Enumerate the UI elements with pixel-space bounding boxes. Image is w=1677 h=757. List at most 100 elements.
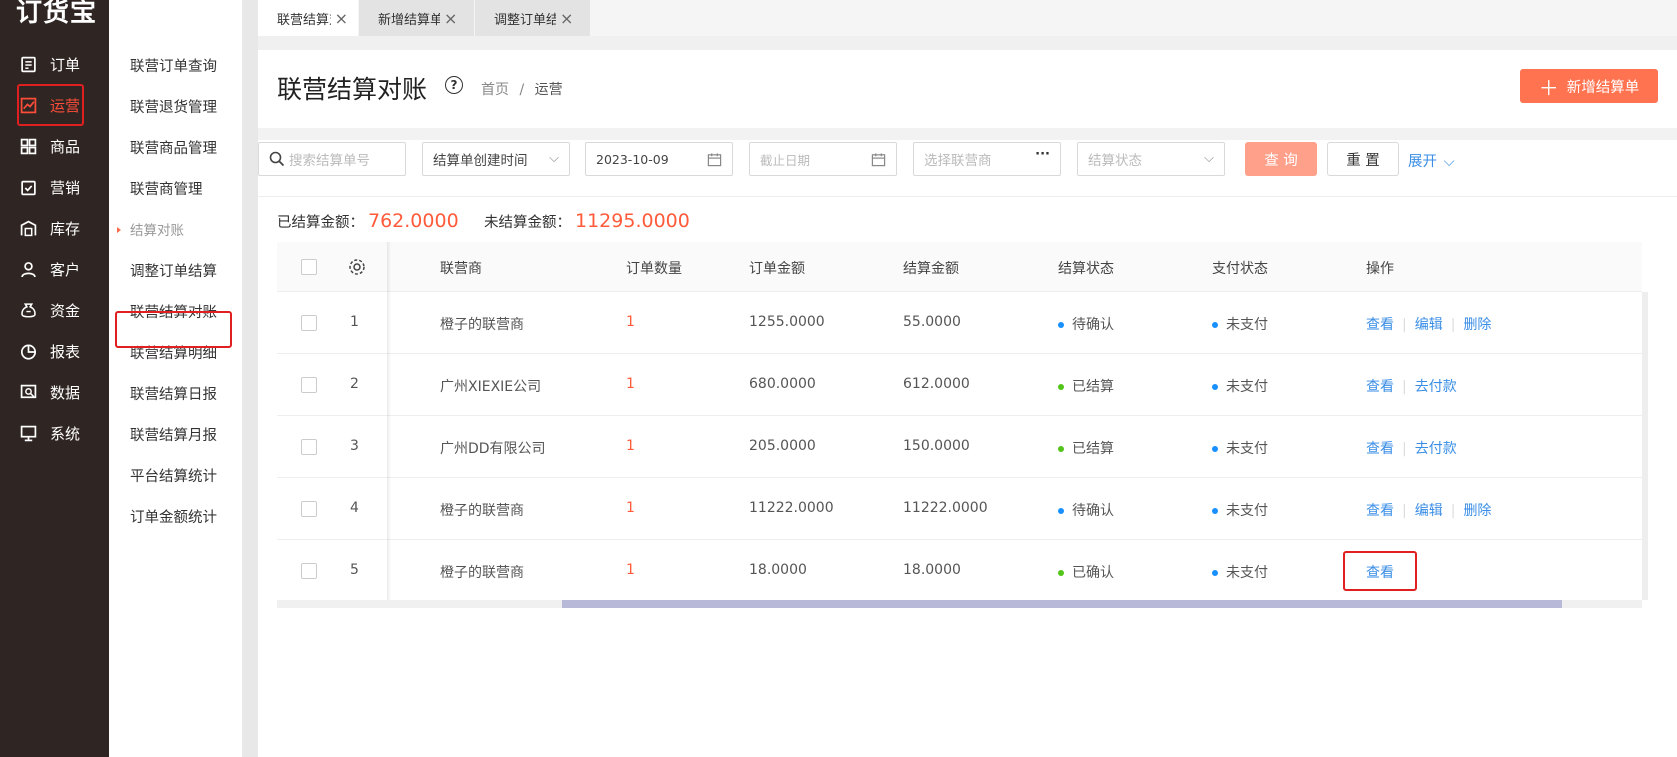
table-row: 3 广州DD有限公司 1 205.0000 150.0000 已结算 未支付 查看 | 去付款 bbox=[277, 416, 1642, 478]
nav-item-3[interactable]: 营销 bbox=[0, 168, 109, 206]
nav-item-label: 库存 bbox=[50, 219, 81, 238]
nav-item-0[interactable]: 订单 bbox=[0, 45, 109, 83]
settle-status-text: 待确认 bbox=[1072, 317, 1114, 333]
app-logo: 订货宝 bbox=[16, 0, 98, 28]
pay-status-text: 未支付 bbox=[1226, 379, 1268, 395]
add-settlement-button[interactable]: ＋ 新增结算单 bbox=[1520, 69, 1658, 103]
status-dot bbox=[1058, 384, 1064, 390]
secondary-nav: 联营订单查询 联营退货管理 联营商品管理 联营商管理 结算对账 调整订单结算 联营结算对账联… bbox=[109, 0, 242, 757]
close-icon[interactable]: × bbox=[444, 9, 457, 28]
row-action-1[interactable]: 编辑 bbox=[1415, 503, 1443, 519]
nav-item-6[interactable]: 资金 bbox=[0, 291, 109, 329]
nav-item-1[interactable]: 运营 bbox=[0, 84, 109, 126]
row-checkbox[interactable] bbox=[301, 501, 317, 517]
breadcrumb-current: 运营 bbox=[534, 82, 563, 98]
settings-icon[interactable] bbox=[348, 258, 366, 276]
row-action-2[interactable]: 删除 bbox=[1463, 317, 1491, 333]
start-date-input[interactable]: 2023-10-09 bbox=[585, 142, 733, 176]
tab-new-settlement[interactable]: 新增结算单 × bbox=[359, 0, 474, 36]
search-icon bbox=[269, 151, 285, 167]
search-input[interactable]: 搜索结算单号 bbox=[258, 142, 406, 176]
reset-button[interactable]: 重 置 bbox=[1327, 142, 1399, 176]
row-action-0[interactable]: 查看 bbox=[1366, 379, 1394, 395]
subnav-item-5[interactable]: 调整订单结算 bbox=[109, 255, 242, 285]
action-separator: | bbox=[1402, 441, 1407, 457]
help-icon[interactable]: ? bbox=[445, 76, 463, 94]
subnav-item-3[interactable]: 联营商管理 bbox=[109, 173, 242, 203]
row-checkbox[interactable] bbox=[301, 377, 317, 393]
nav-item-label: 商品 bbox=[50, 137, 81, 156]
close-icon[interactable]: × bbox=[335, 9, 348, 28]
row-index: 3 bbox=[350, 438, 359, 454]
row-action-1[interactable]: 编辑 bbox=[1415, 317, 1443, 333]
row-checkbox[interactable] bbox=[301, 315, 317, 331]
breadcrumb-home[interactable]: 首页 bbox=[481, 82, 509, 98]
plus-icon: ＋ bbox=[1538, 75, 1559, 100]
close-icon[interactable]: × bbox=[560, 9, 573, 28]
row-action-0[interactable]: 查看 bbox=[1366, 441, 1394, 457]
select-all-checkbox[interactable] bbox=[301, 259, 317, 275]
order-amount: 18.0000 bbox=[749, 562, 807, 578]
subnav-item-10[interactable]: 平台结算统计 bbox=[109, 460, 242, 490]
tab-label: 联营结算对账 bbox=[277, 12, 331, 28]
subnav-item-9[interactable]: 联营结算月报 bbox=[109, 419, 242, 449]
row-index: 4 bbox=[350, 500, 359, 516]
settle-status: 已结算 bbox=[1058, 376, 1114, 396]
subnav-item-11[interactable]: 订单金额统计 bbox=[109, 501, 242, 531]
date-type-select[interactable]: 结算单创建时间 ⌵ bbox=[422, 142, 570, 176]
subnav-item-1[interactable]: 联营退货管理 bbox=[109, 91, 242, 121]
search-placeholder: 搜索结算单号 bbox=[289, 153, 370, 169]
status-select[interactable]: 结算状态 ⌵ bbox=[1077, 142, 1225, 176]
expand-toggle[interactable]: 展开 ⌵ bbox=[1408, 150, 1455, 171]
vertical-scrollbar[interactable] bbox=[1642, 292, 1648, 600]
partner-name: 橙子的联营商 bbox=[440, 565, 524, 581]
settle-amount: 18.0000 bbox=[903, 562, 961, 578]
goods-icon bbox=[18, 136, 38, 156]
nav-item-9[interactable]: 系统 bbox=[0, 414, 109, 452]
tab-settlement-reconcile[interactable]: 联营结算对账 × bbox=[258, 0, 358, 36]
status-dot bbox=[1212, 446, 1218, 452]
col-actions: 操作 bbox=[1366, 261, 1394, 277]
row-index: 2 bbox=[350, 376, 359, 392]
order-amount: 205.0000 bbox=[749, 438, 816, 454]
status-dot bbox=[1212, 384, 1218, 390]
add-settlement-label: 新增结算单 bbox=[1566, 79, 1640, 96]
marketing-icon bbox=[18, 177, 38, 197]
nav-item-2[interactable]: 商品 bbox=[0, 127, 109, 165]
row-action-0[interactable]: 查看 bbox=[1366, 317, 1394, 333]
expand-label: 展开 bbox=[1408, 154, 1437, 170]
query-button[interactable]: 查 询 bbox=[1245, 142, 1317, 176]
nav-item-label: 资金 bbox=[50, 301, 81, 320]
settle-amount: 612.0000 bbox=[903, 376, 970, 392]
subnav-item-8[interactable]: 联营结算日报 bbox=[109, 378, 242, 408]
more-icon[interactable]: ··· bbox=[1035, 147, 1050, 162]
row-action-1[interactable]: 去付款 bbox=[1415, 379, 1457, 395]
nav-item-8[interactable]: 数据 bbox=[0, 373, 109, 411]
settle-status-text: 已结算 bbox=[1072, 441, 1114, 457]
row-action-0[interactable]: 查看 bbox=[1366, 503, 1394, 519]
pay-status-text: 未支付 bbox=[1226, 503, 1268, 519]
filter-divider bbox=[258, 196, 1677, 197]
order-qty: 1 bbox=[626, 376, 635, 392]
row-index: 5 bbox=[350, 562, 359, 578]
order-amount: 11222.0000 bbox=[749, 500, 834, 516]
subnav-item-0[interactable]: 联营订单查询 bbox=[109, 50, 242, 80]
calendar-icon bbox=[871, 153, 886, 167]
pay-status: 未支付 bbox=[1212, 314, 1268, 334]
row-action-2[interactable]: 删除 bbox=[1463, 503, 1491, 519]
start-date-value: 2023-10-09 bbox=[596, 151, 669, 167]
nav-item-4[interactable]: 库存 bbox=[0, 209, 109, 247]
row-actions: 查看 | 去付款 bbox=[1366, 376, 1457, 396]
subnav-item-2[interactable]: 联营商品管理 bbox=[109, 132, 242, 162]
tab-bar: 联营结算对账 × 新增结算单 × 调整订单结算 × bbox=[258, 0, 1677, 36]
tab-adjust-order[interactable]: 调整订单结算 × bbox=[475, 0, 590, 36]
row-checkbox[interactable] bbox=[301, 563, 317, 579]
nav-item-7[interactable]: 报表 bbox=[0, 332, 109, 370]
end-date-input[interactable]: 截止日期 bbox=[749, 142, 897, 176]
col-settle-status: 结算状态 bbox=[1058, 261, 1114, 277]
horizontal-scroll-thumb[interactable] bbox=[562, 600, 1562, 608]
nav-item-5[interactable]: 客户 bbox=[0, 250, 109, 288]
partner-select[interactable]: 选择联营商 ··· bbox=[913, 142, 1061, 176]
row-action-1[interactable]: 去付款 bbox=[1415, 441, 1457, 457]
row-checkbox[interactable] bbox=[301, 439, 317, 455]
